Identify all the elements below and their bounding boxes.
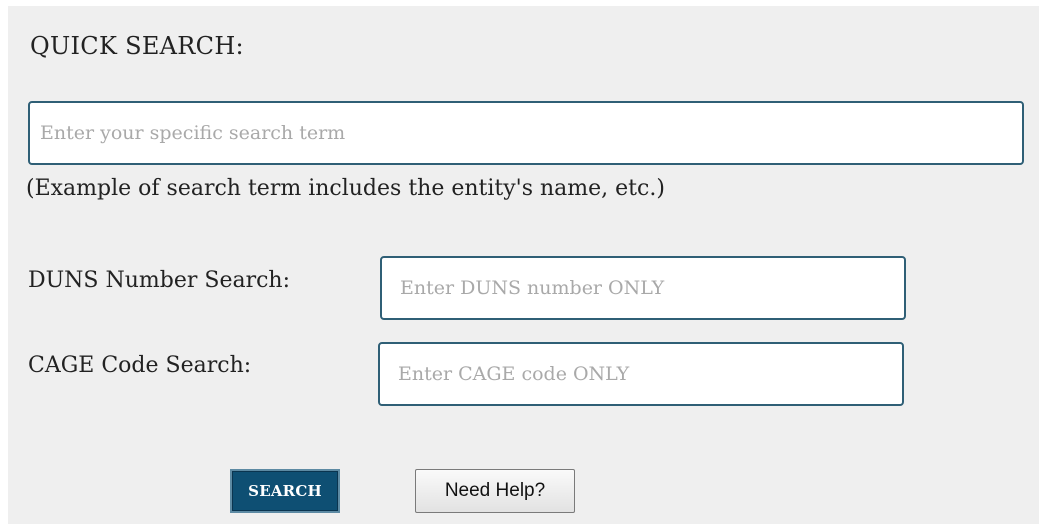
quick-search-title: QUICK SEARCH: [30,32,244,60]
need-help-button[interactable]: Need Help? [415,469,575,513]
duns-number-input[interactable] [380,256,906,320]
search-term-input[interactable] [28,101,1024,165]
quick-search-panel: QUICK SEARCH: (Example of search term in… [8,6,1039,524]
cage-code-label: CAGE Code Search: [28,353,252,378]
cage-code-input[interactable] [378,342,904,406]
search-term-example-text: (Example of search term includes the ent… [26,176,665,201]
search-button[interactable]: SEARCH [230,469,340,513]
duns-number-label: DUNS Number Search: [28,268,291,293]
